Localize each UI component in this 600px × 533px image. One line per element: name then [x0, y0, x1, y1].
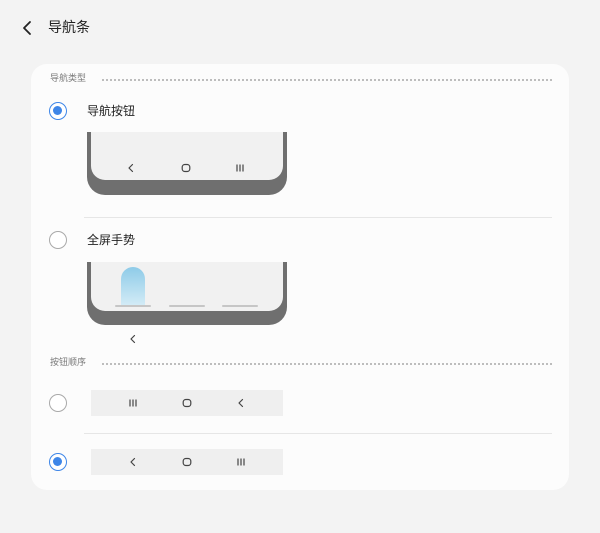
section-label: 导航类型	[50, 72, 93, 86]
button-order-preview[interactable]	[91, 390, 283, 416]
gesture-pill	[121, 267, 145, 307]
option-label-navigation-buttons[interactable]: 导航按钮	[87, 102, 135, 120]
radio-full-screen-gestures[interactable]	[49, 231, 67, 249]
home-circle-icon	[180, 396, 194, 410]
phone-screen	[91, 132, 283, 180]
section-label: 按钮顺序	[50, 356, 93, 370]
section-header-button-order: 按钮顺序	[50, 356, 552, 370]
option-divider	[84, 217, 552, 218]
dotted-divider	[102, 363, 552, 365]
back-button[interactable]	[16, 16, 40, 40]
home-circle-icon	[180, 455, 194, 469]
button-order-preview[interactable]	[91, 449, 283, 475]
radio-button-order-recents-home-back[interactable]	[49, 394, 67, 412]
home-circle-icon	[179, 161, 193, 175]
back-chevron-icon	[234, 396, 248, 410]
gesture-bar	[222, 305, 258, 307]
back-chevron-icon	[126, 455, 140, 469]
page-title: 导航条	[48, 20, 90, 36]
navigation-buttons-preview[interactable]	[87, 132, 287, 195]
recents-bars-icon	[233, 161, 247, 175]
chevron-left-icon[interactable]	[16, 16, 40, 40]
back-chevron-icon	[124, 161, 138, 175]
radio-button-order-back-home-recents[interactable]	[49, 453, 67, 471]
gesture-bar	[115, 305, 151, 307]
back-chevron-icon	[127, 330, 139, 349]
settings-card: 导航类型 导航按钮 全屏手势 按钮顺序	[31, 64, 569, 490]
section-header-navigation-type: 导航类型	[50, 72, 552, 86]
gesture-bar	[169, 305, 205, 307]
option-divider	[84, 433, 552, 434]
full-screen-gestures-preview[interactable]	[87, 262, 287, 325]
recents-bars-icon	[234, 455, 248, 469]
app-header: 导航条	[0, 0, 600, 58]
recents-bars-icon	[126, 396, 140, 410]
phone-screen	[91, 262, 283, 311]
option-label-full-screen-gestures[interactable]: 全屏手势	[87, 231, 135, 249]
dotted-divider	[102, 79, 552, 81]
radio-navigation-buttons[interactable]	[49, 102, 67, 120]
